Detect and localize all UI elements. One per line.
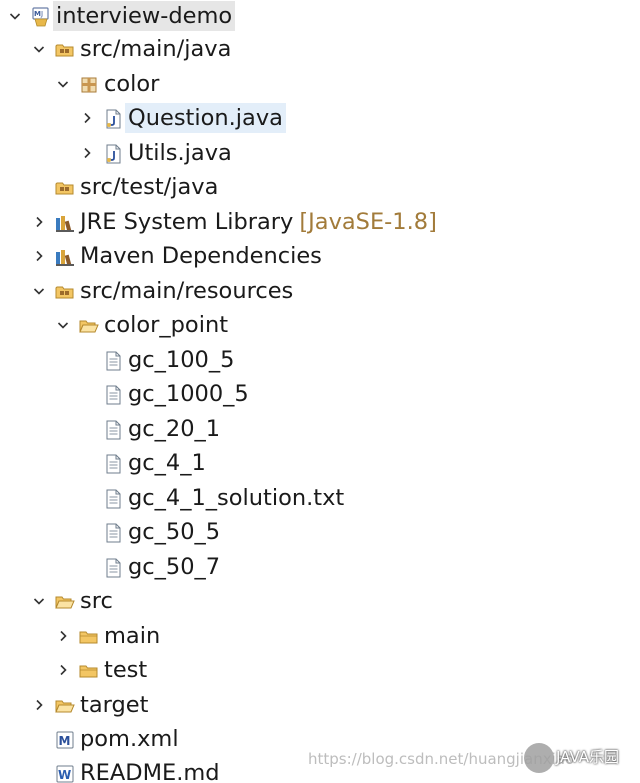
- source-folder-icon: [55, 282, 75, 302]
- tree-item-label: gc_50_7: [128, 554, 221, 580]
- tree-item-label: color: [104, 71, 160, 97]
- chevron-down-icon[interactable]: [56, 318, 70, 332]
- tree-item[interactable]: JRE System Library [JavaSE-1.8]: [0, 206, 640, 240]
- project-explorer-tree: M Jinterview-demo src/main/java color Questi…: [0, 0, 640, 783]
- svg-text:M: M: [59, 734, 71, 748]
- chevron-right-icon[interactable]: [32, 215, 46, 229]
- tree-item-label: Question.java: [125, 103, 286, 133]
- text-file-icon: [103, 385, 123, 405]
- tree-item[interactable]: gc_4_1: [0, 447, 640, 481]
- open-folder-icon: [55, 696, 75, 716]
- text-file-icon: [103, 489, 123, 509]
- chevron-down-icon[interactable]: [32, 594, 46, 608]
- tree-item-label: Maven Dependencies: [80, 243, 322, 269]
- source-folder-icon: [55, 40, 75, 60]
- tree-item[interactable]: gc_4_1_solution.txt: [0, 482, 640, 516]
- open-folder-icon: [79, 316, 99, 336]
- tree-item-label: target: [80, 692, 149, 718]
- maven-pom-icon: M: [55, 730, 75, 750]
- source-folder-icon: [55, 178, 75, 198]
- tree-item[interactable]: M Jinterview-demo: [0, 0, 640, 34]
- library-icon: [55, 213, 75, 233]
- tree-item-label: gc_20_1: [128, 416, 221, 442]
- tree-item[interactable]: src/main/java: [0, 33, 640, 67]
- svg-text:J: J: [40, 10, 43, 18]
- tree-item[interactable]: Utils.java: [0, 137, 640, 171]
- tree-item-label: src: [80, 588, 113, 614]
- chevron-right-icon[interactable]: [56, 629, 70, 643]
- tree-item-label: src/test/java: [80, 174, 219, 200]
- tree-item[interactable]: gc_100_5: [0, 344, 640, 378]
- tree-item-label: src/main/resources: [80, 278, 294, 304]
- tree-item[interactable]: gc_50_7: [0, 551, 640, 585]
- library-icon: [55, 247, 75, 267]
- java-file-icon: [103, 144, 123, 164]
- svg-text:W: W: [58, 768, 71, 782]
- tree-item[interactable]: Question.java: [0, 102, 640, 136]
- maven-project-icon: MJ: [31, 7, 51, 27]
- chevron-down-icon[interactable]: [32, 284, 46, 298]
- tree-item-label: color_point: [104, 312, 229, 338]
- tree-item[interactable]: src: [0, 585, 640, 619]
- svg-text:M: M: [34, 10, 41, 18]
- folder-icon: [79, 661, 99, 681]
- tree-item[interactable]: gc_50_5: [0, 516, 640, 550]
- chevron-down-icon[interactable]: [8, 9, 22, 23]
- tree-item-label: test: [104, 657, 148, 683]
- tree-item-label: gc_50_5: [128, 519, 221, 545]
- folder-icon: [79, 627, 99, 647]
- tree-item-label: interview-demo: [53, 1, 236, 31]
- tree-item[interactable]: gc_1000_5: [0, 378, 640, 412]
- tree-item[interactable]: Maven Dependencies: [0, 240, 640, 274]
- chevron-down-icon[interactable]: [32, 42, 46, 56]
- text-file-icon: [103, 454, 123, 474]
- tree-item[interactable]: target: [0, 689, 640, 723]
- tree-item-label: gc_4_1_solution.txt: [128, 485, 345, 511]
- text-file-icon: [103, 351, 123, 371]
- chevron-right-icon[interactable]: [32, 249, 46, 263]
- chevron-right-icon[interactable]: [80, 111, 94, 125]
- tree-item-label: gc_100_5: [128, 347, 235, 373]
- chevron-right-icon[interactable]: [56, 663, 70, 677]
- tree-item[interactable]: main: [0, 620, 640, 654]
- tree-item-label: main: [104, 623, 161, 649]
- text-file-icon: [103, 523, 123, 543]
- tree-item[interactable]: src/main/resources: [0, 275, 640, 309]
- chevron-right-icon[interactable]: [32, 698, 46, 712]
- chevron-right-icon[interactable]: [80, 146, 94, 160]
- tree-item[interactable]: gc_20_1: [0, 413, 640, 447]
- tree-item-label: gc_4_1: [128, 450, 206, 476]
- package-icon: [79, 75, 99, 95]
- open-folder-icon: [55, 592, 75, 612]
- tree-item-label: JRE System Library [JavaSE-1.8]: [80, 209, 437, 235]
- java-file-icon: [103, 109, 123, 129]
- tree-item[interactable]: color_point: [0, 309, 640, 343]
- word-file-icon: W: [55, 764, 75, 783]
- tree-item-label: gc_1000_5: [128, 381, 249, 407]
- chevron-down-icon[interactable]: [56, 77, 70, 91]
- tree-item-label: Utils.java: [128, 140, 232, 166]
- tree-item-label: pom.xml: [80, 726, 179, 752]
- tree-item-label: src/main/java: [80, 36, 232, 62]
- text-file-icon: [103, 420, 123, 440]
- watermark-brand: JAVA乐园: [556, 748, 620, 766]
- tree-item-label: README.md: [80, 760, 220, 783]
- watermark-logo-icon: [524, 743, 554, 773]
- text-file-icon: [103, 558, 123, 578]
- tree-item[interactable]: test: [0, 654, 640, 688]
- tree-item-decoration: [JavaSE-1.8]: [299, 209, 437, 235]
- tree-item[interactable]: src/test/java: [0, 171, 640, 205]
- tree-item[interactable]: color: [0, 68, 640, 102]
